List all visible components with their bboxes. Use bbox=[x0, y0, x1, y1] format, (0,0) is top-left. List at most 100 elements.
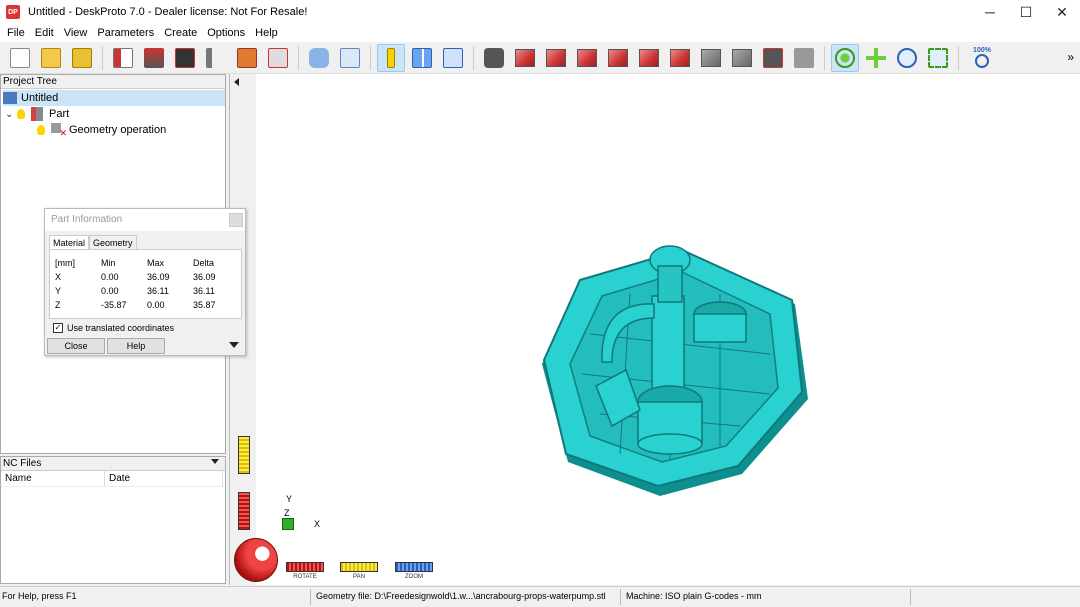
menu-bar: File Edit View Parameters Create Options… bbox=[0, 24, 1080, 42]
part-button[interactable] bbox=[140, 44, 168, 72]
zoom-in-button[interactable] bbox=[893, 44, 921, 72]
rotate-arrows-icon bbox=[835, 47, 855, 68]
info-button[interactable] bbox=[377, 43, 405, 72]
max-cell: 36.09 bbox=[147, 272, 170, 282]
close-button[interactable]: Close bbox=[47, 338, 105, 354]
screenshot-button[interactable] bbox=[480, 44, 508, 72]
chevron-down-icon[interactable]: ⌄ bbox=[5, 109, 17, 120]
load-geometry-icon bbox=[113, 47, 133, 68]
nc-files-columns: Name Date bbox=[1, 471, 225, 487]
pan-horizontal-slider[interactable] bbox=[340, 562, 378, 572]
pump-neck bbox=[657, 265, 683, 303]
status-divider bbox=[910, 589, 911, 605]
column-header-date[interactable]: Date bbox=[105, 471, 223, 486]
axis-z-label: Z bbox=[284, 508, 290, 518]
view-shaded-button[interactable] bbox=[728, 44, 756, 72]
header-min: Min bbox=[101, 258, 116, 268]
menu-file[interactable]: File bbox=[2, 27, 30, 39]
view-top-button[interactable] bbox=[666, 44, 694, 72]
help-button[interactable]: Help bbox=[107, 338, 165, 354]
3d-viewport[interactable]: Y Z X ROTATE PAN ZOOM bbox=[229, 74, 1080, 585]
table-row: X 0.00 36.09 36.09 bbox=[55, 271, 239, 284]
view-bottom-button[interactable] bbox=[697, 44, 725, 72]
view-reset-button[interactable] bbox=[790, 44, 818, 72]
view-back-button[interactable] bbox=[573, 44, 601, 72]
status-divider bbox=[620, 589, 621, 605]
dialog-title-bar[interactable]: Part Information bbox=[45, 209, 245, 231]
rotate-horizontal-slider[interactable] bbox=[286, 562, 324, 572]
visibility-bulb-icon[interactable] bbox=[37, 125, 45, 135]
dialog-close-icon[interactable] bbox=[229, 213, 243, 227]
tab-material[interactable]: Material bbox=[49, 235, 90, 250]
toolbar-overflow-chevron[interactable]: » bbox=[1067, 50, 1074, 64]
status-bar: For Help, press F1 Geometry file: D:\Fre… bbox=[0, 586, 1080, 607]
new-project-button[interactable] bbox=[6, 44, 34, 72]
export-button[interactable] bbox=[264, 44, 292, 72]
menu-create[interactable]: Create bbox=[159, 27, 202, 39]
expand-arrow-icon[interactable] bbox=[229, 342, 239, 348]
zoom-in-icon bbox=[897, 47, 917, 68]
max-cell: 36.11 bbox=[147, 286, 169, 296]
cube-top-icon bbox=[670, 48, 690, 67]
checkbox-checked-icon[interactable]: ✓ bbox=[53, 323, 63, 333]
cube-iso-icon bbox=[515, 48, 535, 67]
menu-options[interactable]: Options bbox=[202, 27, 250, 39]
delta-cell: 36.09 bbox=[193, 272, 216, 282]
pan-mode-button[interactable] bbox=[862, 44, 890, 72]
tool-button[interactable] bbox=[202, 44, 230, 72]
view-iso-button[interactable] bbox=[511, 44, 539, 72]
bitmap-icon bbox=[175, 47, 195, 68]
tree-item-project[interactable]: Untitled bbox=[3, 90, 225, 106]
header-max: Max bbox=[147, 258, 165, 268]
view-right-button[interactable] bbox=[635, 44, 663, 72]
save-project-button[interactable] bbox=[68, 44, 96, 72]
menu-edit[interactable]: Edit bbox=[30, 27, 59, 39]
dimensions-table: [mm] Min Max Delta X 0.00 36.09 36.09 Y … bbox=[49, 249, 242, 319]
menu-parameters[interactable]: Parameters bbox=[92, 27, 159, 39]
column-header-name[interactable]: Name bbox=[1, 471, 105, 486]
zoom-label: ZOOM bbox=[405, 574, 423, 580]
view-left-button[interactable] bbox=[604, 44, 632, 72]
zoom-100-button[interactable]: 100% bbox=[965, 44, 999, 72]
menu-help[interactable]: Help bbox=[250, 27, 283, 39]
tree-item-operation[interactable]: Geometry operation bbox=[37, 122, 166, 139]
cube-left-icon bbox=[608, 48, 628, 67]
view-window-button[interactable] bbox=[439, 44, 467, 72]
view-layout-button[interactable] bbox=[408, 44, 436, 72]
visibility-bulb-icon[interactable] bbox=[17, 109, 25, 119]
tool-icon bbox=[206, 47, 226, 68]
view-front-button[interactable] bbox=[542, 44, 570, 72]
magnify-doc-icon bbox=[340, 47, 360, 68]
maximize-button[interactable]: ☐ bbox=[1008, 0, 1044, 24]
project-icon bbox=[3, 92, 17, 104]
dropdown-arrow-icon[interactable] bbox=[211, 459, 219, 464]
tree-item-part[interactable]: ⌄ Part bbox=[5, 106, 69, 122]
folder-icon bbox=[41, 47, 61, 68]
window-controls: ─ ☐ ✕ bbox=[972, 0, 1080, 24]
zoom-window-button[interactable] bbox=[924, 44, 952, 72]
translated-coordinates-checkbox[interactable]: ✓ Use translated coordinates bbox=[53, 323, 174, 333]
status-geometry-file: Geometry file: D:\Freedesignwold\1.w...\… bbox=[316, 591, 606, 601]
view-rotate-button[interactable] bbox=[759, 44, 787, 72]
close-window-button[interactable]: ✕ bbox=[1044, 0, 1080, 24]
erase-button[interactable] bbox=[305, 44, 333, 72]
minimize-button[interactable]: ─ bbox=[972, 0, 1008, 24]
zoom-horizontal-slider[interactable] bbox=[395, 562, 433, 572]
load-geometry-button[interactable] bbox=[109, 44, 137, 72]
drawing-button[interactable] bbox=[233, 44, 261, 72]
tab-geometry[interactable]: Geometry bbox=[89, 235, 137, 250]
zoom-level-label: 100% bbox=[973, 47, 991, 54]
preview-button[interactable] bbox=[336, 44, 364, 72]
save-icon bbox=[72, 47, 92, 68]
export-icon bbox=[268, 47, 288, 68]
pan-label: PAN bbox=[353, 574, 365, 580]
title-bar: DP Untitled - DeskProto 7.0 - Dealer lic… bbox=[0, 0, 1080, 24]
3d-model bbox=[542, 245, 808, 496]
zoom-fit-icon bbox=[975, 54, 989, 68]
toolbar-separator bbox=[473, 45, 474, 70]
bitmap-button[interactable] bbox=[171, 44, 199, 72]
menu-view[interactable]: View bbox=[59, 27, 93, 39]
status-machine: Machine: ISO plain G-codes - mm bbox=[626, 591, 762, 601]
rotate-mode-button[interactable] bbox=[831, 43, 859, 72]
open-project-button[interactable] bbox=[37, 44, 65, 72]
